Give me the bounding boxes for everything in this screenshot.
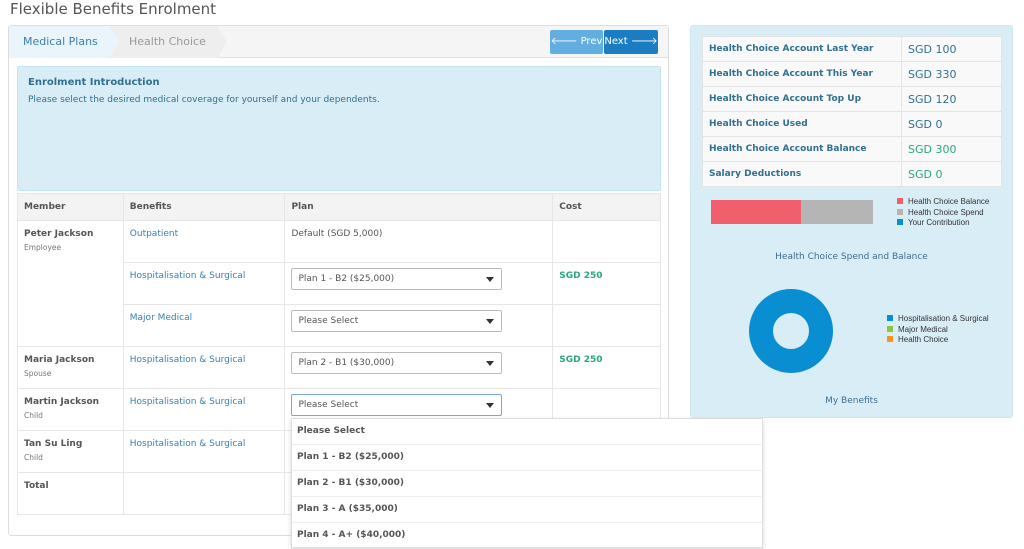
benefit-link[interactable]: Hospitalisation & Surgical — [130, 397, 246, 407]
summary-label: Health Choice Account This Year — [702, 61, 902, 87]
benefit-link[interactable]: Hospitalisation & Surgical — [130, 355, 246, 365]
plan-select[interactable]: Plan 1 - B2 ($25,000) — [291, 268, 503, 290]
legend-label: Health Choice — [898, 335, 949, 344]
legend-swatch — [887, 336, 893, 342]
member-name: Martin Jackson — [24, 397, 100, 407]
legend-label: Major Medical — [898, 324, 948, 334]
legend-item: Health Choice Balance — [897, 197, 989, 208]
summary-row: Health Choice Account Last Year SGD 100 — [702, 36, 1002, 62]
summary-row: Health Choice Used SGD 0 — [702, 111, 1002, 137]
benefit-link[interactable]: Major Medical — [130, 313, 192, 323]
benefit-link[interactable]: Hospitalisation & Surgical — [130, 439, 246, 449]
plan-select-open[interactable]: Please Select — [291, 394, 503, 416]
summary-label: Health Choice Account Last Year — [702, 36, 902, 62]
donut-legend: Hospitalisation & Surgical Major Medical H… — [887, 314, 989, 346]
plan-text: Default (SGD 5,000) — [284, 220, 554, 263]
table-header: Member Benefits Plan Cost — [17, 193, 661, 221]
donut-chart-title: My Benefits — [825, 396, 878, 406]
member-name: Tan Su Ling — [24, 439, 83, 449]
prev-button[interactable]: 🡐 Prev — [550, 30, 603, 54]
step-health-choice[interactable]: Health Choice — [109, 26, 227, 58]
dropdown-option[interactable]: Plan 3 - A ($35,000) — [292, 497, 762, 523]
benefit-link[interactable]: Outpatient — [130, 229, 178, 239]
cost-value: SGD 250 — [552, 346, 661, 389]
header-benefits: Benefits — [122, 193, 286, 221]
intro-title: Enrolment Introduction — [28, 77, 160, 88]
summary-value: SGD 120 — [901, 86, 1002, 112]
legend-swatch — [887, 315, 893, 321]
plan-select[interactable]: Plan 2 - B1 ($30,000) — [291, 352, 503, 374]
summary-value: SGD 300 — [901, 136, 1002, 162]
member-role: Employee — [24, 243, 62, 252]
member-role: Spouse — [24, 369, 52, 378]
legend-item: Health Choice Spend — [897, 208, 989, 219]
legend-item: Your Contribution — [897, 218, 989, 229]
summary-row: Health Choice Account Balance SGD 300 — [702, 136, 1002, 162]
legend-item: Major Medical — [887, 325, 989, 336]
bar-chart-title: Health Choice Spend and Balance — [775, 252, 928, 262]
summary-label: Health Choice Used — [702, 111, 902, 137]
benefit-link[interactable]: Hospitalisation & Surgical — [130, 271, 246, 281]
plan-select[interactable]: Please Select — [291, 310, 503, 332]
summary-value: SGD 0 — [901, 111, 1002, 137]
header-cost: Cost — [552, 193, 661, 221]
legend-label: Your Contribution — [908, 218, 970, 227]
dropdown-option[interactable]: Plan 2 - B1 ($30,000) — [292, 471, 762, 497]
table-row: Maria Jackson Spouse Hospitalisation & Su… — [17, 346, 661, 389]
member-role: Child — [24, 453, 43, 462]
page-title: Flexible Benefits Enrolment — [10, 0, 217, 18]
member-name: Peter Jackson — [24, 229, 94, 239]
arrow-right-icon: 🡒 — [627, 36, 658, 47]
summary-row: Health Choice Account Top Up SGD 120 — [702, 86, 1002, 112]
spend-balance-bar — [711, 200, 873, 224]
legend-label: Hospitalisation & Surgical — [898, 314, 989, 323]
summary-value: SGD 100 — [901, 36, 1002, 62]
legend-swatch — [897, 208, 903, 215]
dropdown-option[interactable]: Plan 1 - B2 ($25,000) — [292, 445, 762, 471]
header-plan: Plan — [284, 193, 554, 221]
legend-swatch — [897, 219, 903, 225]
intro-box: Enrolment Introduction Please select the… — [17, 66, 661, 191]
member-name: Maria Jackson — [24, 355, 95, 365]
legend-swatch — [897, 198, 903, 204]
summary-label: Salary Deductions — [702, 161, 902, 187]
legend-item: Hospitalisation & Surgical — [887, 314, 989, 325]
summary-row: Salary Deductions SGD 0 — [702, 161, 1002, 187]
header-member: Member — [17, 193, 124, 221]
member-cell: Peter Jackson Employee — [17, 220, 124, 347]
table-row: Peter Jackson Employee Outpatient Default… — [17, 220, 661, 347]
summary-label: Health Choice Account Balance — [702, 136, 902, 162]
summary-label: Health Choice Account Top Up — [702, 86, 902, 112]
arrow-left-icon: 🡐 — [550, 36, 581, 47]
cost-value: SGD 250 — [552, 262, 661, 305]
legend-item: Health Choice — [887, 335, 989, 346]
legend-label: Health Choice Spend — [908, 207, 984, 217]
bar-segment — [711, 200, 802, 224]
member-role: Child — [24, 411, 43, 420]
total-label: Total — [17, 472, 124, 515]
summary-table: Health Choice Account Last Year SGD 100 H… — [702, 36, 1002, 187]
step-medical-plans[interactable]: Medical Plans — [9, 26, 119, 58]
bar-segment — [801, 200, 873, 224]
legend-swatch — [887, 325, 893, 332]
intro-text: Please select the desired medical covera… — [28, 95, 380, 105]
summary-value: SGD 330 — [901, 61, 1002, 87]
dropdown-option[interactable]: Please Select — [292, 419, 762, 445]
bar-legend: Health Choice Balance Health Choice Spend… — [897, 197, 989, 229]
next-button[interactable]: Next 🡒 — [604, 30, 658, 54]
plan-dropdown-menu: Please Select Plan 1 - B2 ($25,000) Plan… — [291, 418, 763, 548]
dropdown-option[interactable]: Plan 4 - A+ ($40,000) — [292, 523, 762, 549]
wizard-steps: Medical Plans Health Choice 🡐 Prev Next … — [9, 26, 668, 58]
summary-value: SGD 0 — [901, 161, 1002, 187]
summary-row: Health Choice Account This Year SGD 330 — [702, 61, 1002, 87]
donut-slice — [749, 289, 833, 373]
legend-label: Health Choice Balance — [908, 197, 990, 206]
benefits-donut — [749, 289, 833, 373]
